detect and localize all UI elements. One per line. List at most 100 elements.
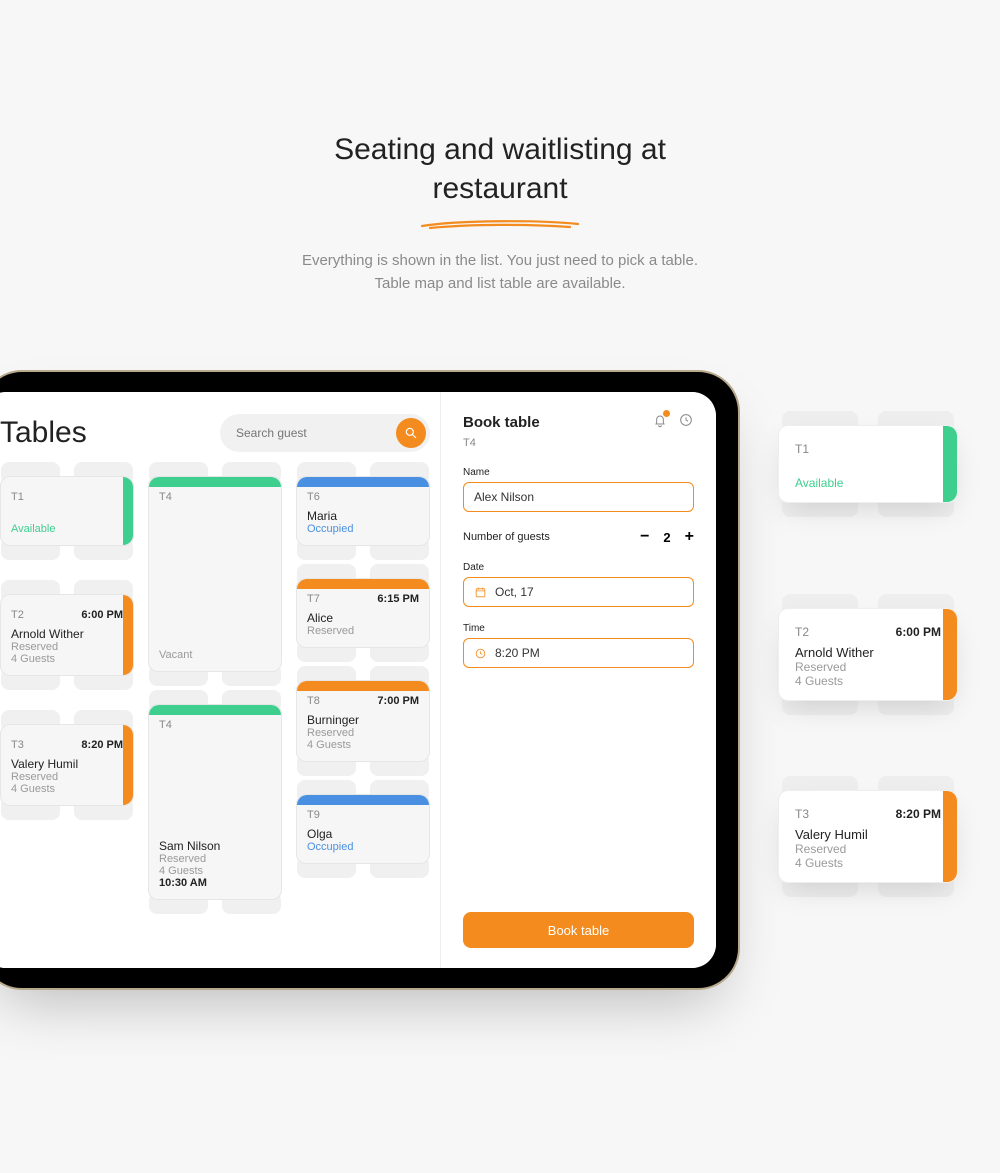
status-stripe: [123, 725, 133, 805]
time-label: Time: [463, 623, 694, 634]
status-stripe: [123, 595, 133, 675]
table-guests: 4 Guests: [11, 653, 123, 665]
notification-dot: [663, 410, 670, 417]
table-card-t3[interactable]: T38:20 PM Valery Humil Reserved 4 Guests: [0, 724, 134, 806]
page-title: Tables: [0, 416, 87, 450]
table-status: Reserved: [795, 842, 941, 856]
hero-subtitle: Everything is shown in the list. You jus…: [0, 250, 1000, 295]
status-stripe: [297, 795, 429, 805]
table-id: T1: [795, 442, 809, 456]
table-card-t4-sam[interactable]: T4 Sam Nilson Reserved 4 Guests 10:30 AM: [148, 704, 282, 900]
bell-icon[interactable]: [652, 412, 668, 433]
table-status: Available: [795, 476, 941, 490]
table-time: 8:20 PM: [896, 807, 941, 821]
hero-sub-line1: Everything is shown in the list. You jus…: [302, 252, 698, 269]
date-field[interactable]: Oct, 17: [463, 577, 694, 607]
table-card-t6[interactable]: T6 Maria Occupied: [296, 476, 430, 546]
table-time: 7:00 PM: [377, 695, 419, 707]
table-time: 6:00 PM: [81, 609, 123, 621]
name-label: Name: [463, 467, 694, 478]
book-table-button[interactable]: Book table: [463, 912, 694, 948]
calendar-icon: [474, 586, 487, 599]
status-stripe: [297, 681, 429, 691]
table-status: Reserved: [307, 625, 419, 637]
table-card-t7[interactable]: T7 6:15 PM Alice Reserved: [296, 578, 430, 648]
table-id: T4: [159, 491, 172, 503]
guest-name: Olga: [307, 827, 419, 841]
app-screen: Tables T1 Av: [0, 392, 716, 968]
status-stripe: [297, 579, 429, 589]
plus-button[interactable]: +: [685, 528, 694, 546]
table-status: Reserved: [11, 771, 123, 783]
table-card-t1[interactable]: T1 Available: [0, 476, 134, 546]
table-column-2: T4 Vacant T4: [148, 476, 282, 900]
table-time: 6:15 PM: [377, 593, 419, 605]
table-card-t9[interactable]: T9 Olga Occupied: [296, 794, 430, 864]
table-id: T3: [795, 807, 809, 821]
left-header: Tables: [0, 414, 430, 452]
table-id: T3: [11, 739, 24, 751]
time-field[interactable]: 8:20 PM: [463, 638, 694, 668]
table-card-t8[interactable]: T87:00 PM Burninger Reserved 4 Guests: [296, 680, 430, 762]
time-value: 8:20 PM: [495, 646, 540, 660]
tablet-device: Tables T1 Av: [0, 370, 740, 990]
promo-card-t3: T3 8:20 PM Valery Humil Reserved 4 Guests: [778, 790, 958, 883]
status-stripe: [123, 477, 133, 545]
book-header: Book table: [463, 412, 694, 433]
table-id: T7: [307, 593, 320, 605]
table-status: Occupied: [307, 841, 419, 853]
table-status: Reserved: [11, 641, 123, 653]
clock-icon: [474, 647, 487, 660]
guest-name: Sam Nilson: [159, 839, 271, 853]
tables-grid: T1 Available T26:00 PM Arnold Wither Res…: [0, 476, 430, 900]
table-guests: 4 Guests: [159, 865, 271, 877]
table-status: Available: [11, 523, 123, 535]
table-guests: 4 Guests: [795, 856, 941, 870]
table-status: Reserved: [795, 660, 941, 674]
guest-name: Burninger: [307, 713, 419, 727]
guest-name: Alice: [307, 611, 419, 625]
search-input[interactable]: [236, 426, 396, 440]
book-title: Book table: [463, 414, 540, 431]
history-icon[interactable]: [678, 412, 694, 433]
table-guests: 4 Guests: [795, 674, 941, 688]
hero: Seating and waitlisting at restaurant Ev…: [0, 0, 1000, 295]
hero-title: Seating and waitlisting at restaurant: [0, 130, 1000, 208]
date-label: Date: [463, 562, 694, 573]
promo-card-t2: T2 6:00 PM Arnold Wither Reserved 4 Guest…: [778, 608, 958, 701]
guest-name: Maria: [307, 509, 419, 523]
guest-name: Arnold Wither: [795, 645, 941, 660]
table-status: Reserved: [307, 727, 419, 739]
guests-stepper: − 2 +: [640, 528, 694, 546]
search-field[interactable]: [220, 414, 430, 452]
search-button[interactable]: [396, 418, 426, 448]
date-value: Oct, 17: [495, 585, 534, 599]
search-icon: [404, 426, 418, 440]
table-id: T6: [307, 491, 320, 503]
guests-label: Number of guests: [463, 531, 550, 543]
table-column-3: T6 Maria Occupied T7 6:15 PM Alice Reserv…: [296, 476, 430, 900]
status-stripe: [297, 477, 429, 487]
table-guests: 4 Guests: [307, 739, 419, 751]
table-card-t2[interactable]: T26:00 PM Arnold Wither Reserved 4 Guest…: [0, 594, 134, 676]
table-id: T2: [11, 609, 24, 621]
table-id: T2: [795, 625, 809, 639]
name-value: Alex Nilson: [474, 490, 534, 504]
table-id: T1: [11, 491, 24, 503]
tables-pane: Tables T1 Av: [0, 392, 440, 968]
table-status: Vacant: [159, 649, 271, 661]
table-card-t4-vacant[interactable]: T4 Vacant: [148, 476, 282, 672]
hero-sub-line2: Table map and list table are available.: [375, 275, 626, 292]
table-time: 6:00 PM: [896, 625, 941, 639]
book-pane: Book table T4 Name Alex Nilson Number of…: [440, 392, 716, 968]
hero-title-line1: Seating and waitlisting at: [334, 133, 666, 166]
table-time: 8:20 PM: [81, 739, 123, 751]
table-status: Occupied: [307, 523, 419, 535]
guest-name: Valery Humil: [795, 827, 941, 842]
hero-title-line2: restaurant: [432, 172, 567, 205]
guests-row: Number of guests − 2 +: [463, 528, 694, 546]
minus-button[interactable]: −: [640, 528, 649, 546]
hero-underline-icon: [420, 218, 580, 230]
status-stripe: [149, 477, 281, 487]
name-field[interactable]: Alex Nilson: [463, 482, 694, 512]
